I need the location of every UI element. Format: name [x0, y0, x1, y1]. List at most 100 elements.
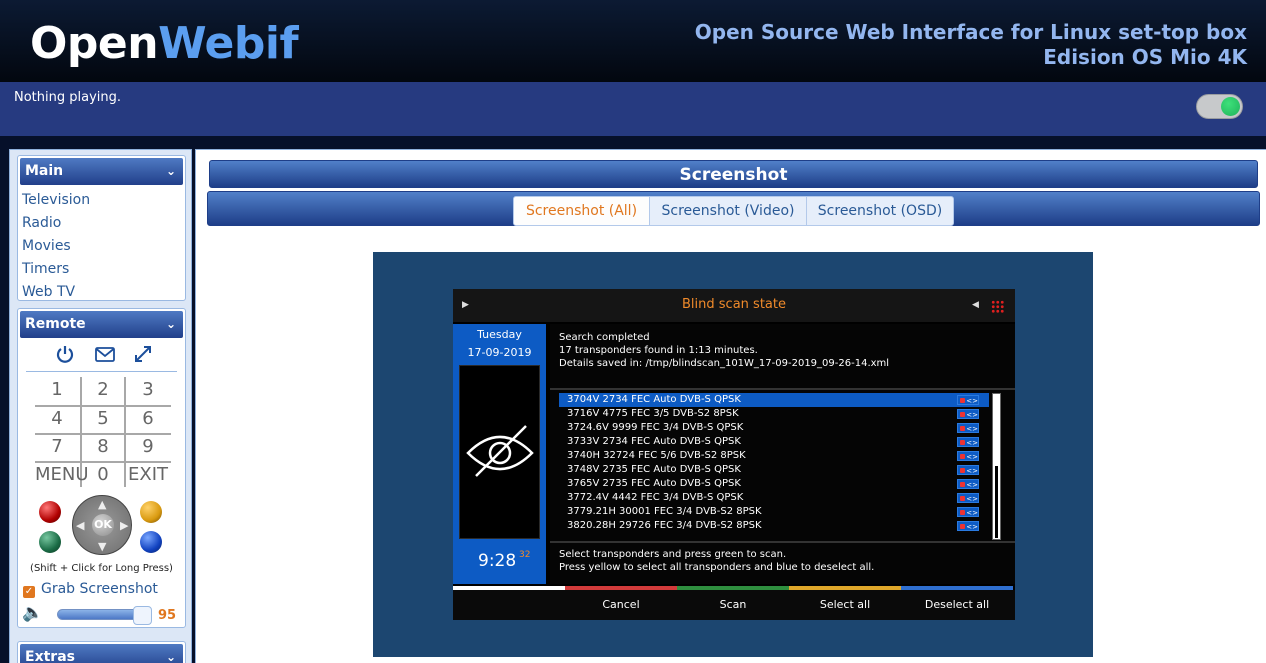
remote-title: Remote [25, 316, 86, 332]
arrow-up-icon[interactable]: ▲ [98, 499, 106, 510]
tab-screenshot-video[interactable]: Screenshot (Video) [649, 196, 807, 226]
expand-icon[interactable] [133, 344, 153, 369]
transponder-label: 3748V 2735 FEC Auto DVB-S QPSK [567, 464, 741, 475]
osd-day: Tuesday [477, 328, 522, 341]
transponder-badge: <> [957, 423, 979, 433]
checkbox-checked-icon[interactable]: ✓ [23, 586, 35, 598]
volume-slider-handle[interactable] [133, 606, 152, 625]
power-icon[interactable] [55, 344, 75, 369]
nav-web-tv[interactable]: Web TV [18, 281, 185, 304]
openwebif-logo[interactable]: OpenWebif [30, 16, 299, 72]
remote-icon-row [26, 340, 177, 372]
envelope-icon[interactable] [94, 344, 116, 369]
extras-header[interactable]: Extras ⌄ [20, 644, 183, 663]
transponder-label: 3779.21H 30001 FEC 3/4 DVB-S2 8PSK [567, 506, 762, 517]
list-scrollbar [992, 393, 1001, 540]
osd-seconds: 32 [519, 550, 531, 560]
list-item: 3724.6V 9999 FEC 3/4 DVB-S QPSK <> [559, 421, 989, 435]
transponder-badge: <> [957, 437, 979, 447]
transponder-badge: <> [957, 451, 979, 461]
softkey-cancel: Cancel [602, 598, 640, 611]
list-item: 3716V 4775 FEC 3/5 DVB-S2 8PSK <> [559, 407, 989, 421]
screenshot-image: ▶ Blind scan state ◀ Tuesday 17-09-2019 … [373, 252, 1093, 657]
volume-value: 95 [158, 608, 177, 623]
extras-title: Extras [25, 649, 75, 663]
key-9[interactable]: 9 [126, 434, 170, 462]
key-4[interactable]: 4 [35, 406, 79, 434]
arrow-left-icon[interactable]: ◀ [76, 520, 84, 531]
transponder-label: 3724.6V 9999 FEC 3/4 DVB-S QPSK [567, 422, 744, 433]
osd-time: 9:28 [478, 551, 517, 571]
key-8[interactable]: 8 [81, 434, 125, 462]
tab-bar: Screenshot (All) Screenshot (Video) Scre… [207, 191, 1260, 226]
key-0[interactable]: 0 [81, 462, 125, 490]
transponder-label: 3733V 2734 FEC Auto DVB-S QPSK [567, 436, 741, 447]
key-exit[interactable]: EXIT [126, 462, 170, 490]
divider [550, 388, 1015, 390]
transponder-label: 3740H 32724 FEC 5/6 DVB-S2 8PSK [567, 450, 746, 461]
tv-osd: ▶ Blind scan state ◀ Tuesday 17-09-2019 … [453, 289, 1015, 620]
speaker-icon[interactable]: 🔈 [22, 603, 43, 623]
logo-text-webif: Webif [158, 18, 299, 69]
header-subtitle: Open Source Web Interface for Linux set-… [695, 20, 1247, 70]
grid-icon [991, 300, 1004, 313]
transponder-label: 3765V 2735 FEC Auto DVB-S QPSK [567, 478, 741, 489]
key-1[interactable]: 1 [35, 377, 79, 405]
key-7[interactable]: 7 [35, 434, 79, 462]
key-5[interactable]: 5 [81, 406, 125, 434]
nav-movies[interactable]: Movies [18, 235, 185, 258]
divider [550, 541, 1015, 543]
list-item: 3733V 2734 FEC Auto DVB-S QPSK <> [559, 435, 989, 449]
transponder-label: 3716V 4775 FEC 3/5 DVB-S2 8PSK [567, 408, 739, 419]
pip-window [459, 365, 540, 539]
red-button[interactable] [39, 501, 61, 523]
page-title: Screenshot [209, 160, 1258, 188]
nav-television[interactable]: Television [18, 189, 185, 212]
arrow-right-icon[interactable]: ▶ [120, 520, 128, 531]
list-item: 3704V 2734 FEC Auto DVB-S QPSK <> [559, 393, 989, 407]
nav-radio[interactable]: Radio [18, 212, 185, 235]
blue-button[interactable] [140, 531, 162, 553]
key-3[interactable]: 3 [126, 377, 170, 405]
main-menu-header[interactable]: Main ⌄ [20, 158, 183, 185]
list-item: 3765V 2735 FEC Auto DVB-S QPSK <> [559, 477, 989, 491]
list-item: 3779.21H 30001 FEC 3/4 DVB-S2 8PSK <> [559, 505, 989, 519]
main-menu-panel: Main ⌄ Television Radio Movies Timers Web… [17, 155, 186, 301]
tab-screenshot-all[interactable]: Screenshot (All) [513, 196, 650, 226]
chevron-down-icon: ⌄ [165, 317, 176, 331]
hint-text: Press yellow to select all transponders … [559, 562, 875, 573]
chevron-down-icon: ⌄ [165, 164, 176, 178]
green-button[interactable] [39, 531, 61, 553]
grab-screenshot-label: Grab Screenshot [41, 581, 158, 597]
transponder-badge: <> [957, 521, 979, 531]
nav-timers[interactable]: Timers [18, 258, 185, 281]
power-toggle[interactable] [1196, 94, 1243, 119]
logo-text-open: Open [30, 18, 159, 69]
list-item: 3772.4V 4442 FEC 3/4 DVB-S QPSK <> [559, 491, 989, 505]
arrow-down-icon[interactable]: ▼ [98, 541, 106, 552]
box-model: Edision OS Mio 4K [1043, 45, 1247, 69]
subtitle-line: Open Source Web Interface for Linux set-… [694, 20, 1247, 44]
transponder-badge: <> [957, 465, 979, 475]
transponder-list: 3704V 2734 FEC Auto DVB-S QPSK <> 3716V 4… [559, 393, 989, 537]
key-6[interactable]: 6 [126, 406, 170, 434]
softkey-scan: Scan [719, 598, 747, 611]
direction-pad: ▲ ▼ ◀ ▶ OK [72, 495, 132, 555]
yellow-button[interactable] [140, 501, 162, 523]
key-2[interactable]: 2 [81, 377, 125, 405]
osd-date: 17-09-2019 [467, 346, 532, 359]
scan-message: Details saved in: /tmp/blindscan_101W_17… [559, 358, 890, 369]
tab-screenshot-osd[interactable]: Screenshot (OSD) [806, 196, 954, 226]
now-playing-text: Nothing playing. [14, 90, 122, 105]
scan-message: Search completed [559, 332, 650, 343]
remote-header[interactable]: Remote ⌄ [20, 311, 183, 338]
eye-slash-icon [466, 425, 534, 477]
ok-button[interactable]: OK [92, 514, 114, 536]
chevron-down-icon: ⌄ [165, 650, 176, 663]
key-menu[interactable]: MENU [35, 462, 89, 490]
transponder-badge: <> [957, 395, 979, 405]
header: OpenWebif Open Source Web Interface for … [0, 0, 1266, 82]
grab-screenshot-checkbox[interactable]: ✓ Grab Screenshot [23, 581, 158, 598]
blind-scan-panel: Search completed 17 transponders found i… [550, 324, 1015, 584]
osd-header: ▶ Blind scan state ◀ [453, 289, 1015, 322]
